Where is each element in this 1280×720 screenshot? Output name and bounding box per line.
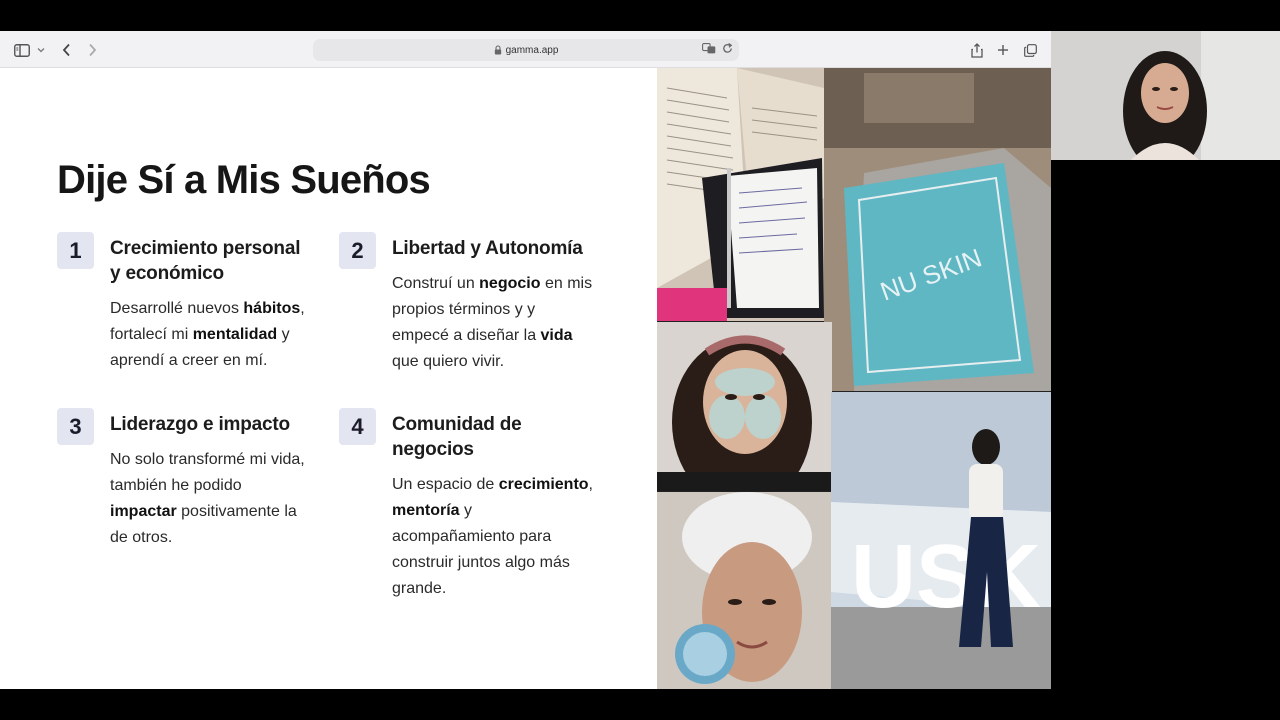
screen: gamma.app Dije Sí a Mis Sueños 1 Crecimi… xyxy=(0,0,1280,720)
body-line: también he podido xyxy=(110,477,242,494)
body-line: fortalecí mi mentalidad y xyxy=(110,326,290,343)
body-line: de otros. xyxy=(110,529,173,546)
slide-title: Dije Sí a Mis Sueños xyxy=(57,158,431,202)
sidebar-icon[interactable] xyxy=(13,40,31,60)
item-title: Liderazgo e impacto xyxy=(110,414,290,435)
body-line: No solo transformé mi vida, xyxy=(110,451,305,468)
browser-window: gamma.app Dije Sí a Mis Sueños 1 Crecimi… xyxy=(0,31,1051,689)
item-number-badge: 1 xyxy=(57,232,94,269)
lock-icon xyxy=(494,45,502,55)
item-body: Desarrollé nuevos hábitos, fortalecí mi m… xyxy=(110,296,305,374)
photo-collage: NU SKIN USK xyxy=(657,68,1051,689)
photo-face-mask xyxy=(657,322,832,491)
body-line: propios términos y y xyxy=(392,301,536,318)
item-body: Un espacio de crecimiento, mentoría y acom… xyxy=(392,472,593,602)
body-line: mentoría y xyxy=(392,502,473,519)
emphasis-text: crecimiento xyxy=(498,476,589,493)
backdrop-letters: USK xyxy=(851,527,1041,627)
item-number-badge: 4 xyxy=(339,408,376,445)
item-body: Construí un negocio en mis propios términ… xyxy=(392,271,592,375)
browser-toolbar: gamma.app xyxy=(0,31,1051,68)
emphasis-text: impactar xyxy=(110,503,177,520)
body-line: acompañamiento para xyxy=(392,528,552,545)
body-line: Desarrollé nuevos hábitos, xyxy=(110,300,305,317)
reload-icon[interactable] xyxy=(722,43,733,57)
emphasis-text: mentoría xyxy=(392,502,460,519)
translate-icon[interactable] xyxy=(702,43,716,57)
emphasis-text: vida xyxy=(540,327,573,344)
body-line: construir juntos algo más xyxy=(392,554,570,571)
item-body: No solo transformé mi vida, también he po… xyxy=(110,447,305,551)
item-title: Crecimiento personal y económico xyxy=(110,238,301,284)
share-icon[interactable] xyxy=(969,40,985,60)
item-title: Comunidad de negocios xyxy=(392,414,522,460)
emphasis-text: mentalidad xyxy=(192,326,278,343)
presentation-slide: Dije Sí a Mis Sueños 1 Crecimiento perso… xyxy=(0,68,1051,689)
item-title: Libertad y Autonomía xyxy=(392,238,583,259)
presenter-webcam xyxy=(1051,31,1280,160)
back-icon[interactable] xyxy=(58,40,74,60)
photo-books xyxy=(657,68,824,321)
emphasis-text: negocio xyxy=(479,275,541,292)
photo-towel xyxy=(657,492,832,689)
new-tab-icon[interactable] xyxy=(995,40,1011,60)
photo-event: USK xyxy=(831,392,1051,689)
body-line: impactar positivamente la xyxy=(110,503,297,520)
body-line: aprendí a creer en mí. xyxy=(110,352,268,369)
address-bar[interactable]: gamma.app xyxy=(313,39,739,61)
photo-nuskin-box: NU SKIN xyxy=(824,68,1051,391)
url-text: gamma.app xyxy=(505,44,559,56)
body-line: empecé a diseñar la vida xyxy=(392,327,573,344)
body-line: Un espacio de crecimiento, xyxy=(392,476,593,493)
item-number-badge: 3 xyxy=(57,408,94,445)
chevron-down-icon[interactable] xyxy=(35,40,47,60)
emphasis-text: hábitos xyxy=(243,300,301,317)
body-line: que quiero vivir. xyxy=(392,353,505,370)
body-line: grande. xyxy=(392,580,447,597)
forward-icon[interactable] xyxy=(84,40,100,60)
item-number-badge: 2 xyxy=(339,232,376,269)
body-line: Construí un negocio en mis xyxy=(392,275,593,292)
tabs-overview-icon[interactable] xyxy=(1022,40,1038,60)
